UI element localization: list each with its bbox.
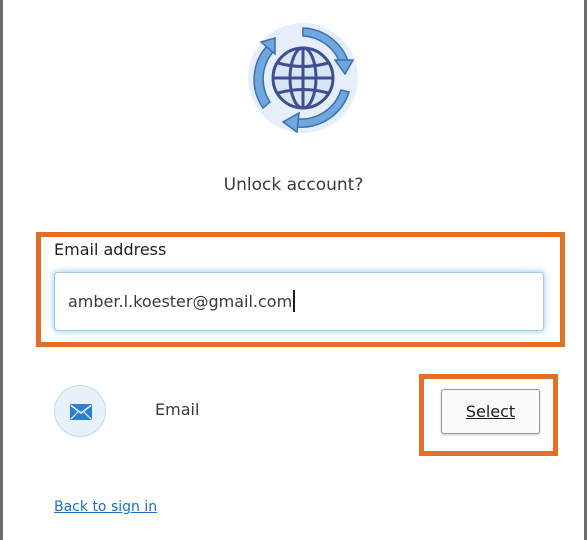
globe-arrows-icon [245, 20, 361, 136]
select-button[interactable]: Select [441, 389, 540, 434]
email-field-value: amber.l.koester@gmail.com [68, 292, 293, 311]
email-field-label: Email address [54, 240, 167, 259]
text-caret [293, 290, 296, 312]
unlock-account-page: Unlock account? Email address amber.l.ko… [0, 0, 587, 540]
left-border [0, 0, 3, 540]
email-factor-badge [54, 385, 106, 437]
page-title: Unlock account? [223, 175, 364, 195]
back-to-sign-in-link[interactable]: Back to sign in [54, 499, 157, 515]
email-field[interactable]: amber.l.koester@gmail.com [54, 272, 544, 331]
email-factor-label: Email [155, 400, 200, 419]
envelope-icon [70, 404, 92, 420]
